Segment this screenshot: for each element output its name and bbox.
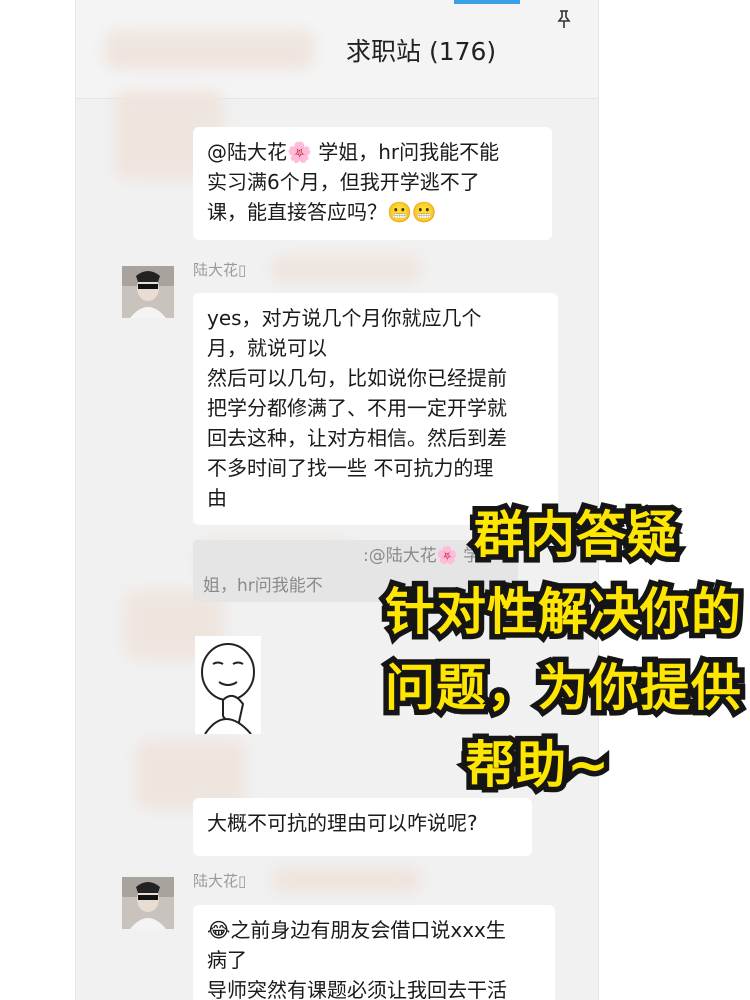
- pin-icon[interactable]: [554, 9, 574, 29]
- sender-name: 陆大花▯: [193, 872, 247, 890]
- message-line: 导师突然有课题必须让我回去干活: [207, 978, 507, 1000]
- active-indicator: [454, 0, 520, 4]
- message-line: 不多时间了找一些 不可抗力的理: [207, 456, 494, 480]
- quoted-message-cont: 姐，hr问我能不: [193, 570, 413, 602]
- avatar[interactable]: [122, 877, 174, 929]
- message-line: yes，对方说几个月你就应几个: [207, 306, 482, 330]
- chat-title: 求职站 (176): [346, 37, 497, 66]
- message-line: 把学分都修满了、不用一定开学就: [207, 396, 507, 420]
- message-line: 课，能直接答应吗？😬😬: [207, 200, 437, 224]
- message-bubble[interactable]: @陆大花🌸 学姐，hr问我能不能 实习满6个月，但我开学逃不了 课，能直接答应吗…: [193, 127, 552, 240]
- message-line: 实习满6个月，但我开学逃不了: [207, 170, 480, 194]
- message-line: 然后可以几句，比如说你已经提前: [207, 366, 507, 390]
- quote-line: 姐，hr问我能不: [203, 576, 323, 596]
- thinking-face-sticker[interactable]: [195, 636, 261, 735]
- overlay-line: 针对性解决你的: [380, 578, 747, 647]
- message-bubble[interactable]: 😂之前身边有朋友会借口说xxx生 病了 导师突然有课题必须让我回去干活: [193, 905, 555, 1000]
- sender-name: 陆大花▯: [193, 261, 247, 279]
- message-line: 病了: [207, 948, 247, 972]
- message-line: 回去这种，让对方相信。然后到差: [207, 426, 507, 450]
- redacted-sender: [271, 866, 421, 894]
- chat-header: 求职站 (176): [76, 0, 598, 99]
- message-bubble[interactable]: yes，对方说几个月你就应几个 月，就说可以 然后可以几句，比如说你已经提前 把…: [193, 293, 558, 525]
- overlay-line: 问题，为你提供: [380, 654, 747, 723]
- message-line: @陆大花🌸 学姐，hr问我能不能: [207, 140, 500, 164]
- message-line: 😂之前身边有朋友会借口说xxx生: [207, 918, 506, 942]
- message-line: 大概不可抗的理由可以咋说呢?: [207, 811, 478, 835]
- redacted-group-name: [104, 30, 314, 70]
- overlay-line: 群内答疑: [469, 501, 683, 570]
- avatar[interactable]: [122, 266, 174, 318]
- redacted-sender: [271, 255, 421, 283]
- message-bubble[interactable]: 大概不可抗的理由可以咋说呢?: [193, 798, 532, 856]
- overlay-line: 帮助~: [460, 731, 615, 800]
- message-line: 月，就说可以: [207, 336, 327, 360]
